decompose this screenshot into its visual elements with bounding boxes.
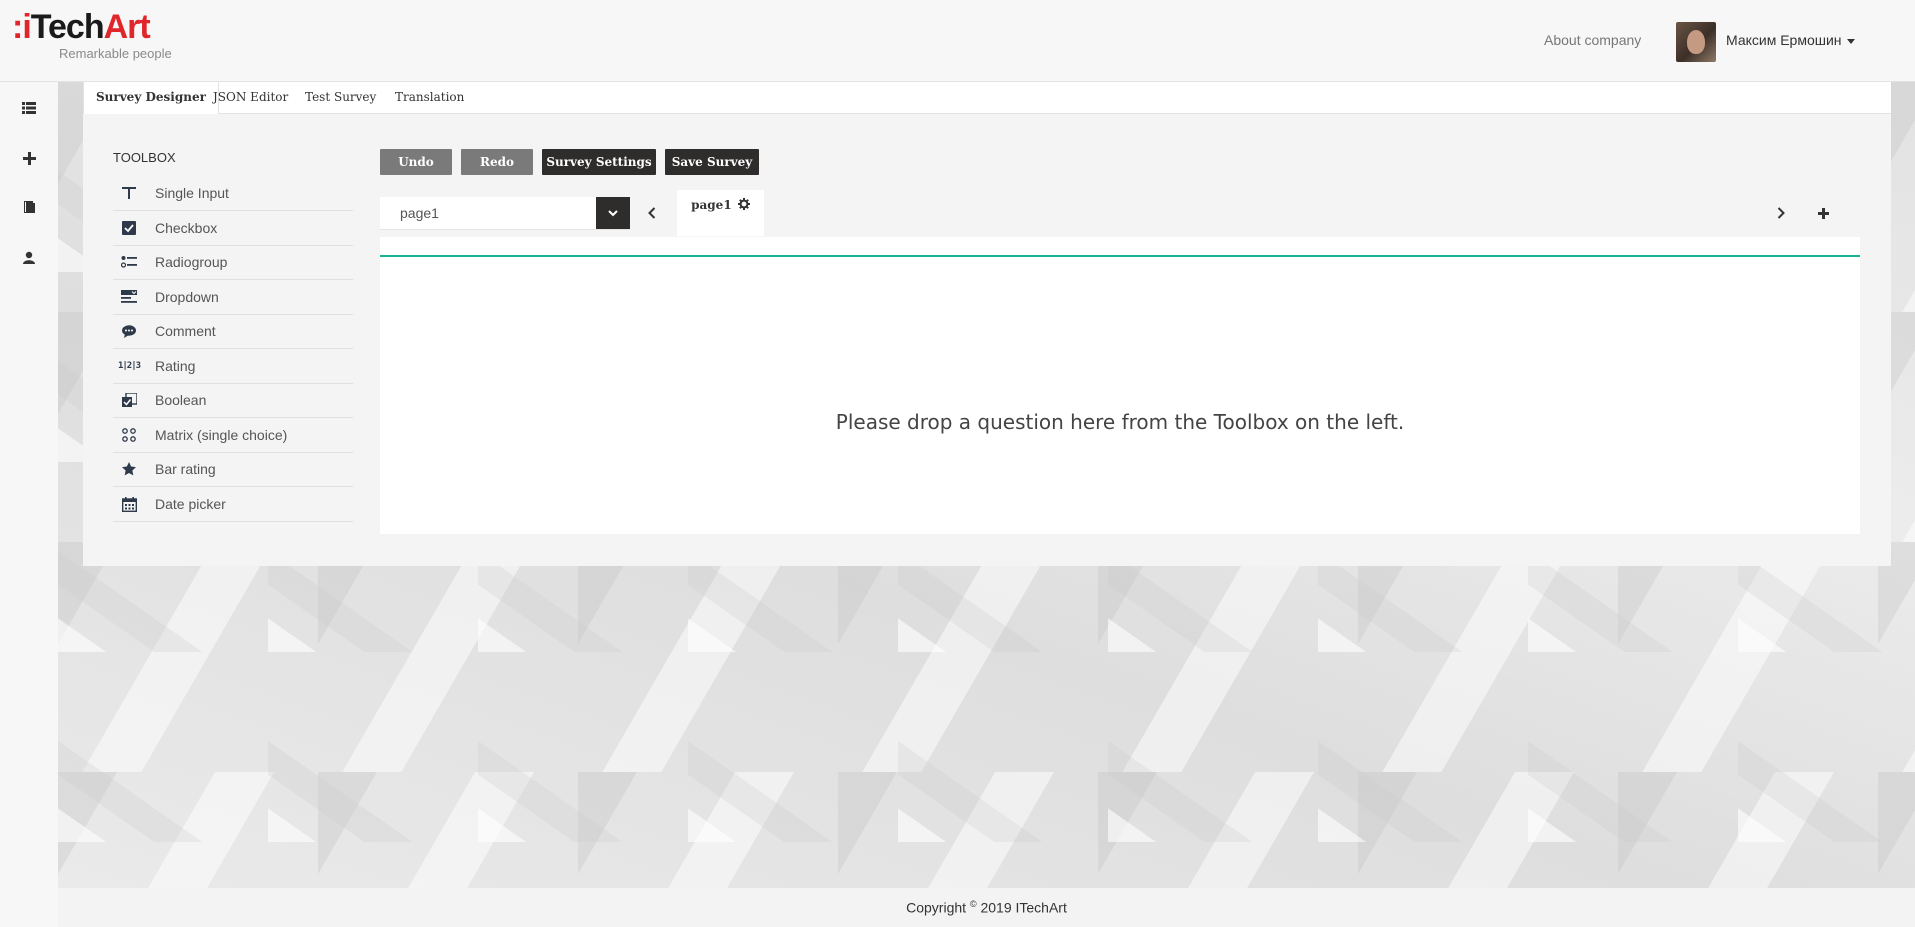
toolbox-item-rating[interactable]: 1|2|3 Rating [113, 349, 353, 384]
plus-icon[interactable] [20, 149, 38, 167]
about-company-link[interactable]: About company [1544, 32, 1641, 48]
page-tab[interactable]: page1 [677, 190, 764, 236]
toolbox-item-label: Date picker [155, 496, 226, 512]
checkbox-icon [121, 220, 137, 236]
survey-settings-button[interactable]: Survey Settings [542, 149, 656, 175]
chevron-down-icon[interactable] [596, 197, 630, 229]
chevron-left-icon[interactable] [644, 205, 660, 221]
comment-icon [121, 323, 137, 339]
toolbox-item-label: Dropdown [155, 289, 219, 305]
toolbox-item-label: Bar rating [155, 461, 216, 477]
page-selector[interactable]: page1 [380, 197, 630, 230]
list-icon[interactable] [20, 99, 38, 117]
text-icon [121, 185, 137, 201]
user-menu[interactable]: Максим Ермошин [1726, 32, 1855, 48]
toolbox-item-label: Checkbox [155, 220, 218, 236]
caret-down-icon [1846, 38, 1855, 44]
user-name: Максим Ермошин [1726, 32, 1842, 48]
redo-button[interactable]: Redo [461, 149, 533, 175]
left-nav [0, 82, 57, 927]
drop-hint-message: Please drop a question here from the Too… [835, 410, 1405, 434]
toolbox-item-date-picker[interactable]: Date picker [113, 487, 353, 522]
copyright-symbol: © [969, 899, 977, 909]
toolbox-item-comment[interactable]: Comment [113, 314, 353, 349]
footer: Copyright © 2019 ITechArt [58, 888, 1915, 927]
page-tab-label: page1 [691, 198, 732, 212]
toolbox-item-label: Matrix (single choice) [155, 427, 288, 443]
calendar-icon [121, 496, 137, 512]
tab-json-editor[interactable]: JSON Editor [201, 82, 300, 113]
save-survey-button[interactable]: Save Survey [665, 149, 759, 175]
avatar[interactable] [1676, 22, 1716, 62]
toolbox-item-label: Rating [155, 358, 196, 374]
survey-editor: Survey Designer JSON Editor Test Survey … [83, 82, 1891, 566]
toolbox-item-dropdown[interactable]: Dropdown [113, 280, 353, 315]
toolbox-item-label: Single Input [155, 185, 229, 201]
toolbox-item-single-input[interactable]: Single Input [113, 176, 353, 211]
page-top-divider [380, 255, 1860, 257]
tab-survey-designer[interactable]: Survey Designer [83, 82, 219, 114]
toolbox-item-matrix[interactable]: Matrix (single choice) [113, 418, 353, 453]
dropdown-icon [121, 289, 137, 305]
star-icon [121, 461, 137, 477]
gear-icon[interactable] [737, 191, 750, 221]
user-icon[interactable] [20, 248, 38, 266]
toolbox-item-radiogroup[interactable]: Radiogroup [113, 245, 353, 280]
footer-copyright-label: Copyright [906, 899, 970, 916]
question-drop-area[interactable]: Please drop a question here from the Too… [380, 237, 1860, 534]
toolbox-item-label: Comment [155, 323, 216, 339]
undo-button[interactable]: Undo [380, 149, 452, 175]
matrix-icon [121, 427, 137, 443]
toolbox-item-boolean[interactable]: Boolean [113, 383, 353, 418]
editor-tabs: Survey Designer JSON Editor Test Survey … [83, 82, 1891, 114]
book-icon[interactable] [20, 198, 38, 216]
tab-test-survey[interactable]: Test Survey [293, 82, 388, 113]
toolbox-item-label: Boolean [155, 392, 207, 408]
tab-translation[interactable]: Translation [383, 82, 476, 113]
logo-wordmark: :iTechArt [12, 8, 151, 46]
add-page-icon[interactable] [1815, 205, 1831, 221]
rating-icon: 1|2|3 [117, 361, 141, 371]
toolbox-item-checkbox[interactable]: Checkbox [113, 211, 353, 246]
toolbox-item-label: Radiogroup [155, 254, 228, 270]
page-selector-value: page1 [400, 205, 439, 221]
radiogroup-icon [121, 254, 137, 270]
toolbox-item-bar-rating[interactable]: Bar rating [113, 452, 353, 487]
top-header: :iTechArt Remarkable people About compan… [0, 0, 1915, 82]
company-logo[interactable]: :iTechArt Remarkable people [12, 10, 172, 61]
toolbox-title: TOOLBOX [113, 150, 176, 165]
logo-tagline: Remarkable people [59, 46, 172, 61]
footer-copyright-text: 2019 ITechArt [976, 899, 1067, 916]
chevron-right-icon[interactable] [1773, 205, 1789, 221]
boolean-icon [121, 392, 137, 408]
